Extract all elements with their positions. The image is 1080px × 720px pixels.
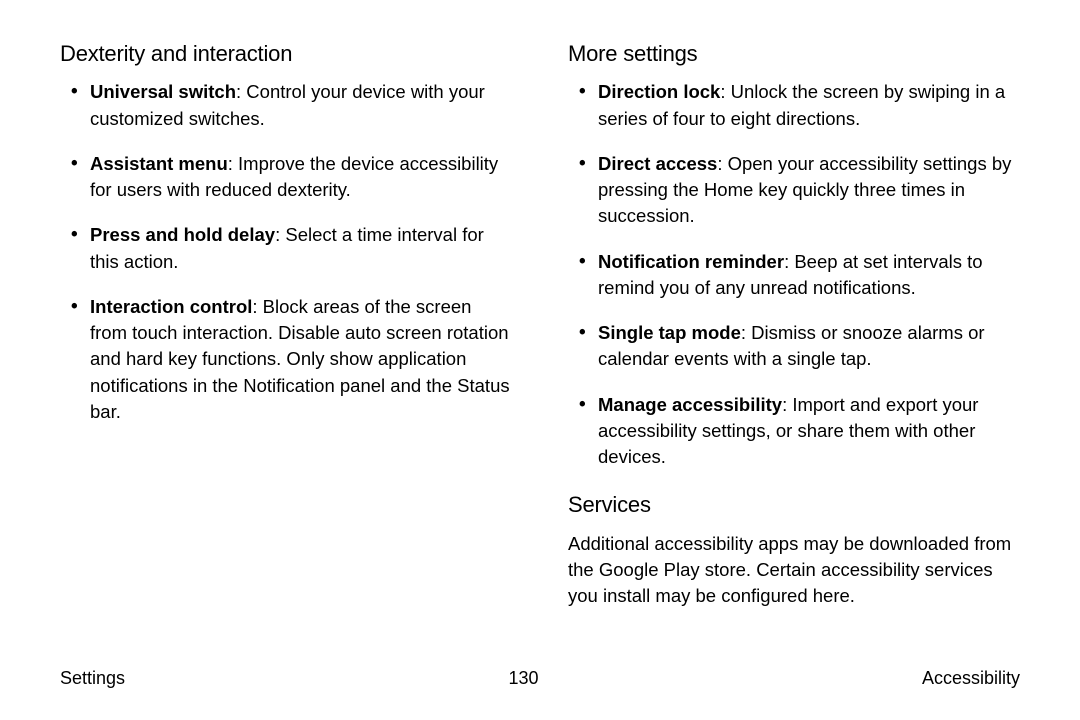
term: Press and hold delay [90, 224, 275, 245]
list-item: Press and hold delay: Select a time inte… [60, 222, 512, 275]
footer-left: Settings [60, 666, 125, 692]
list-item: Notification reminder: Beep at set inter… [568, 249, 1020, 302]
right-column: More settings Direction lock: Unlock the… [568, 38, 1020, 609]
list-more-settings: Direction lock: Unlock the screen by swi… [568, 79, 1020, 470]
term: Interaction control [90, 296, 252, 317]
page-number: 130 [508, 666, 538, 692]
list-item: Assistant menu: Improve the device acces… [60, 151, 512, 204]
term: Direct access [598, 153, 717, 174]
heading-services: Services [568, 489, 1020, 520]
list-dexterity: Universal switch: Control your device wi… [60, 79, 512, 425]
term: Universal switch [90, 81, 236, 102]
term: Notification reminder [598, 251, 784, 272]
list-item: Interaction control: Block areas of the … [60, 294, 512, 425]
page-footer: Settings 130 Accessibility [60, 666, 1020, 692]
term: Assistant menu [90, 153, 228, 174]
list-item: Direct access: Open your accessibility s… [568, 151, 1020, 230]
list-item: Manage accessibility: Import and export … [568, 392, 1020, 471]
footer-right: Accessibility [922, 666, 1020, 692]
term: Direction lock [598, 81, 720, 102]
services-description: Additional accessibility apps may be dow… [568, 531, 1020, 610]
term: Single tap mode [598, 322, 741, 343]
heading-more-settings: More settings [568, 38, 1020, 69]
list-item: Universal switch: Control your device wi… [60, 79, 512, 132]
list-item: Direction lock: Unlock the screen by swi… [568, 79, 1020, 132]
content-columns: Dexterity and interaction Universal swit… [60, 38, 1020, 609]
left-column: Dexterity and interaction Universal swit… [60, 38, 512, 609]
term: Manage accessibility [598, 394, 782, 415]
heading-dexterity: Dexterity and interaction [60, 38, 512, 69]
list-item: Single tap mode: Dismiss or snooze alarm… [568, 320, 1020, 373]
